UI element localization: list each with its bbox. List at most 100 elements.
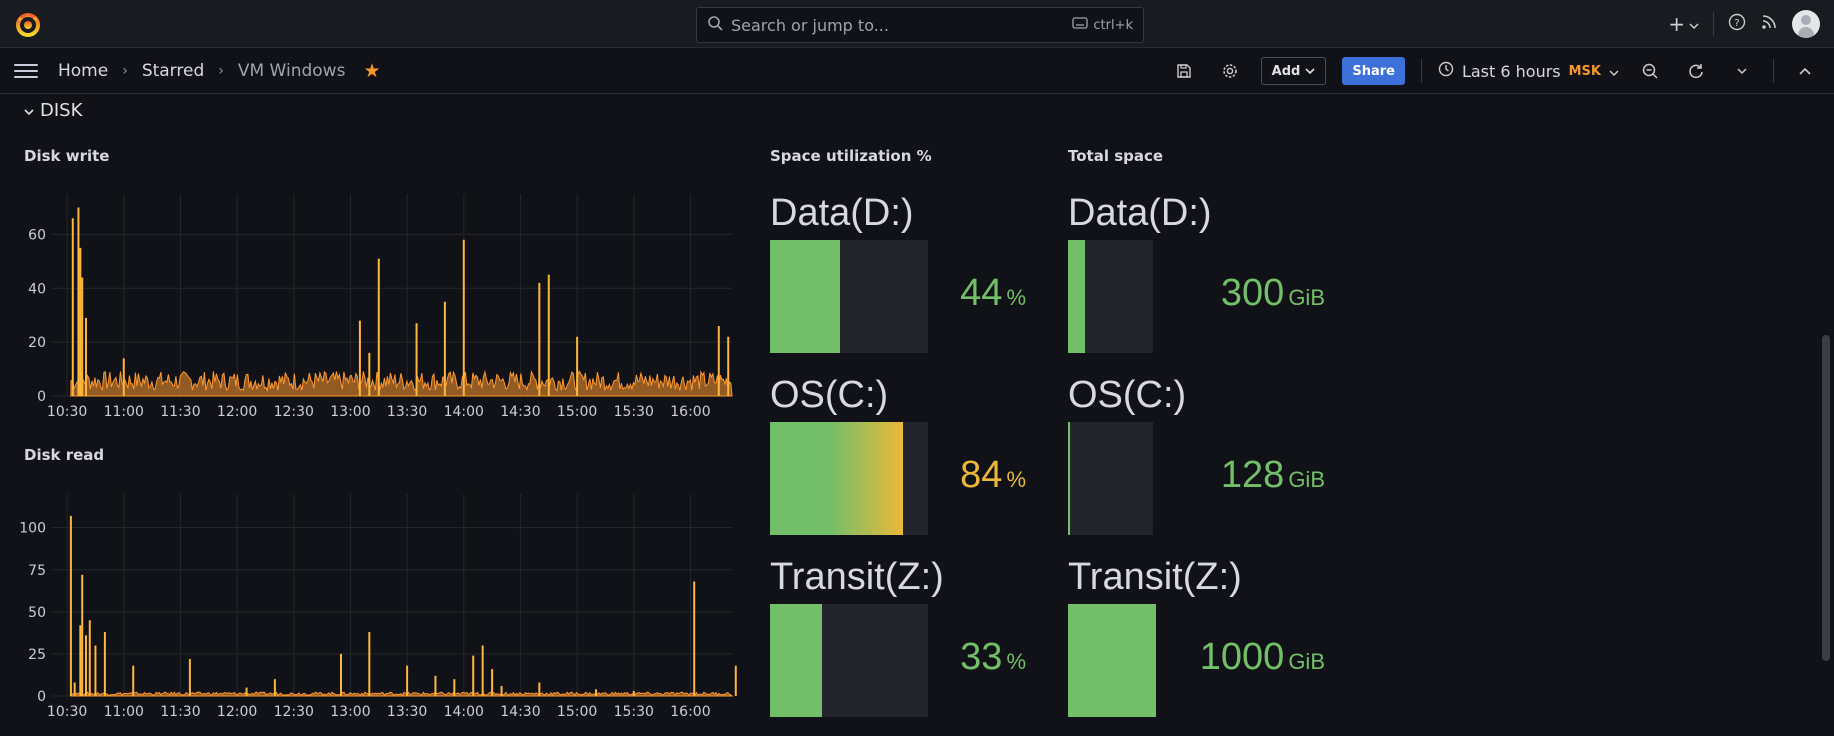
utilization-gauge-fill [770,604,822,717]
x-tick-label: 16:00 [670,704,710,720]
timezone-label: MSK [1568,63,1601,79]
clock-icon [1438,61,1454,81]
panel-title-total-space[interactable]: Total space [1068,147,1163,165]
panel-title-disk-write[interactable]: Disk write [24,147,109,165]
y-tick-label: 25 [28,647,46,663]
value-unit: GiB [1288,285,1325,310]
row-header-disk[interactable]: DISK [24,100,82,121]
total-space-gauge-value: 128 GiB [1125,454,1325,497]
search-shortcut: ctrl+k [1072,17,1133,33]
value-unit: GiB [1288,649,1325,674]
menu-icon[interactable] [14,63,38,78]
save-dashboard-icon[interactable] [1169,57,1199,85]
x-tick-label: 13:30 [387,704,427,720]
total-space-gauge-fill [1068,240,1085,353]
y-tick-label: 100 [20,521,46,537]
disk-read-chart[interactable]: 10:30 11:00 11:30 12:00 12:30 13:00 13:30 14:00… [20,490,740,725]
grafana-logo-icon[interactable] [14,10,42,38]
breadcrumb-home[interactable]: Home [58,61,108,81]
plus-icon: + [1668,12,1685,36]
news-feed-icon[interactable] [1760,13,1778,35]
x-tick-label: 14:00 [444,404,484,420]
panel-title-disk-read[interactable]: Disk read [24,446,104,464]
x-tick-label: 15:30 [614,404,654,420]
value-number: 1000 [1199,636,1285,678]
chevron-down-icon [1689,15,1699,34]
refresh-interval-chevron-icon[interactable] [1727,57,1757,85]
x-tick-label: 13:00 [330,404,370,420]
x-tick-label: 16:00 [670,404,710,420]
user-avatar[interactable] [1792,10,1820,38]
top-bar: Search or jump to... ctrl+k + ? [0,0,1834,48]
svg-text:?: ? [1734,18,1739,29]
y-tick-label: 0 [37,689,46,705]
x-tick-label: 11:00 [104,404,144,420]
time-range-label: Last 6 hours [1461,61,1561,81]
dashboard-toolbar: Add Share Last 6 hours MSK [1169,57,1820,85]
breadcrumb-starred[interactable]: Starred [142,61,204,81]
y-tick-label: 60 [28,227,46,243]
total-space-gauge-label: Transit(Z:) [1068,556,1242,598]
panel-title-space-utilization[interactable]: Space utilization % [770,147,932,165]
scrollbar[interactable] [1822,335,1830,661]
x-tick-label: 14:00 [444,704,484,720]
value-unit: % [1006,649,1026,674]
chevron-right-icon: › [122,62,128,79]
x-tick-label: 15:00 [557,404,597,420]
x-tick-label: 10:30 [47,704,87,720]
x-tick-label: 11:00 [104,704,144,720]
help-icon[interactable]: ? [1728,13,1746,35]
utilization-gauge-label: OS(C:) [770,374,889,416]
x-tick-label: 13:30 [387,404,427,420]
disk-write-chart[interactable]: 10:30 11:00 11:30 12:00 12:30 13:00 13:30 14:00… [20,190,740,425]
x-tick-label: 14:30 [500,704,540,720]
chevron-down-icon [1609,62,1619,81]
settings-gear-icon[interactable] [1215,57,1245,85]
x-tick-label: 11:30 [160,404,200,420]
x-tick-label: 10:30 [47,404,87,420]
y-tick-label: 50 [28,605,46,621]
value-number: 300 [1220,272,1285,314]
add-button[interactable]: Add [1260,57,1327,85]
total-space-gauge-label: OS(C:) [1068,374,1187,416]
star-icon[interactable]: ★ [363,60,380,82]
value-number: 33 [960,636,1003,678]
value-unit: % [1006,285,1026,310]
top-right-actions: + ? [1668,10,1820,38]
row-title: DISK [40,100,83,121]
share-button[interactable]: Share [1342,57,1405,85]
collapse-chevron-up-icon[interactable] [1790,57,1820,85]
chevron-right-icon: › [218,62,224,79]
x-tick-label: 12:30 [274,704,314,720]
y-tick-label: 20 [28,335,46,351]
search-icon [707,15,723,35]
keyboard-icon [1072,17,1089,33]
breadcrumb-current-dashboard: VM Windows [237,60,346,81]
divider [1773,59,1774,83]
y-tick-label: 75 [28,563,46,579]
time-range-picker[interactable]: Last 6 hours MSK [1438,61,1619,81]
total-space-gauge-value: 1000 GiB [1125,636,1325,679]
breadcrumb: Home › Starred › VM Windows ★ [58,60,381,82]
y-tick-label: 0 [37,389,46,405]
utilization-gauge-value: 44% [826,272,1026,315]
divider [1420,59,1422,83]
zoom-out-icon[interactable] [1635,57,1665,85]
value-unit: GiB [1288,467,1325,492]
refresh-icon[interactable] [1681,57,1711,85]
value-number: 84 [960,454,1003,496]
y-tick-label: 40 [28,281,46,297]
total-space-gauge-fill [1068,422,1070,535]
value-unit: % [1006,467,1026,492]
x-tick-label: 11:30 [160,704,200,720]
utilization-gauge-value: 33% [826,636,1026,679]
chevron-down-icon [24,100,34,121]
new-menu-button[interactable]: + [1668,12,1699,36]
utilization-gauge-label: Data(D:) [770,192,914,234]
utilization-gauge-value: 84% [826,454,1026,497]
search-input[interactable]: Search or jump to... ctrl+k [696,7,1144,43]
chevron-down-icon [1305,64,1315,79]
x-tick-label: 12:30 [274,404,314,420]
dashboard-nav-bar: Home › Starred › VM Windows ★ Add Share … [0,48,1834,94]
x-tick-label: 15:30 [614,704,654,720]
